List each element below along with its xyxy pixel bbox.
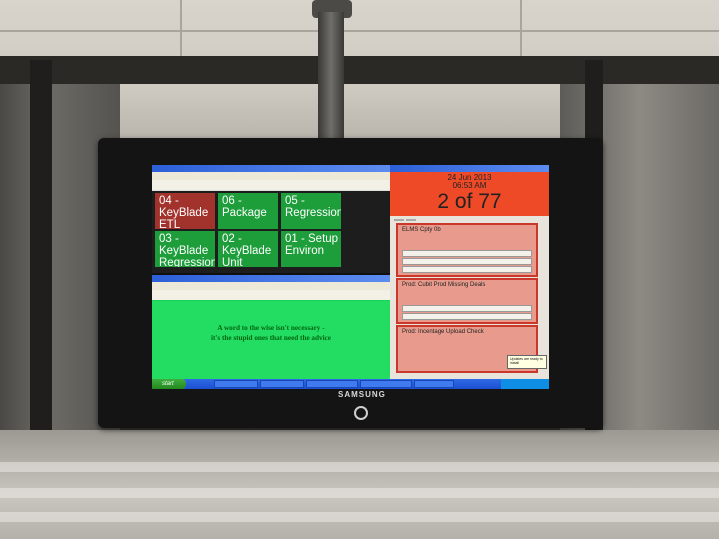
taskbar-item[interactable]: [306, 380, 358, 388]
alert-card-detail: [402, 347, 532, 351]
build-tile-label: 02 - KeyBlade Unit: [222, 233, 272, 267]
system-tray[interactable]: [501, 379, 549, 389]
window-titlebar[interactable]: [152, 275, 390, 282]
window-titlebar[interactable]: [152, 165, 390, 172]
quote-line: it's the stupid ones that need the advic…: [211, 334, 331, 342]
taskbar-item[interactable]: [414, 380, 454, 388]
tv-screen: 04 - KeyBlade ETL 06 - Package 05 - Regr…: [152, 165, 549, 389]
window-titlebar[interactable]: [390, 165, 549, 172]
alert-card: Prod: Cubit Prod Missing Deals: [396, 278, 538, 324]
build-tile[interactable]: 05 - Regression: [281, 193, 341, 229]
frosted-band: [0, 462, 719, 472]
show-log-button[interactable]: [402, 258, 532, 265]
build-tile[interactable]: 04 - KeyBlade ETL: [155, 193, 215, 229]
build-tile[interactable]: 06 - Package: [218, 193, 278, 229]
build-tile-label: 04 - KeyBlade ETL: [159, 195, 209, 229]
show-log-button[interactable]: [402, 305, 532, 312]
taskbar-item[interactable]: [260, 380, 304, 388]
frosted-glass-wall: [0, 430, 719, 539]
tab[interactable]: [406, 219, 416, 221]
acknowledge-button[interactable]: [402, 250, 532, 257]
tab[interactable]: [394, 219, 404, 221]
bookmarks-bar: [152, 185, 390, 190]
alert-card-detail: [402, 300, 532, 304]
alert-count: 2 of 77: [437, 190, 502, 213]
taskbar-item[interactable]: [214, 380, 258, 388]
bookmarks-bar: [152, 295, 390, 300]
build-tile[interactable]: 02 - KeyBlade Unit: [218, 231, 278, 267]
updates-notification[interactable]: Updates are ready to install: [507, 355, 547, 369]
quote-text: A word to the wise isn't necessary - it'…: [152, 323, 390, 343]
build-tile[interactable]: 03 - KeyBlade Regression: [155, 231, 215, 267]
frosted-band: [0, 512, 719, 522]
quote-line: A word to the wise isn't necessary -: [217, 324, 325, 332]
start-label: start: [162, 381, 174, 387]
build-status-browser: 04 - KeyBlade ETL 06 - Package 05 - Regr…: [152, 165, 390, 273]
ceiling-tile-line: [520, 0, 522, 60]
alert-banner: 24 Jun 2013 06:53 AM 2 of 77: [390, 172, 549, 216]
taskbar: start: [152, 379, 549, 389]
alert-time: 06:53 AM: [452, 181, 487, 190]
taskbar-item[interactable]: [360, 380, 412, 388]
build-tile-grid: 04 - KeyBlade ETL 06 - Package 05 - Regr…: [152, 191, 390, 273]
tv-brand-logo: SAMSUNG: [338, 390, 386, 399]
build-tile-label: 05 - Regression: [285, 195, 341, 219]
reset-button[interactable]: [402, 266, 532, 273]
frosted-band: [0, 488, 719, 498]
alert-card-detail: [402, 245, 532, 249]
build-tile-label: 01 - Setup Environ: [285, 233, 339, 257]
build-tile-label: 06 - Package: [222, 195, 267, 219]
partition-frame: [0, 56, 719, 84]
reset-button[interactable]: [402, 313, 532, 320]
mounting-pole: [318, 12, 344, 152]
start-button[interactable]: start: [152, 379, 186, 389]
ceiling-tile-line: [0, 30, 719, 32]
build-tile[interactable]: 01 - Setup Environ: [281, 231, 341, 267]
power-button[interactable]: [354, 406, 368, 420]
notification-text: Updates are ready to install: [510, 357, 543, 365]
alert-card: ELMS Cpty 0b: [396, 223, 538, 277]
ceiling-tile-line: [180, 0, 182, 60]
monitor-tabs: [394, 217, 418, 222]
address-bar[interactable]: [152, 282, 390, 290]
build-tile-label: 03 - KeyBlade Regression: [159, 233, 215, 267]
address-bar[interactable]: [152, 172, 390, 180]
quote-browser: A word to the wise isn't necessary - it'…: [152, 275, 390, 379]
monitor-panel: 24 Jun 2013 06:53 AM 2 of 77 ELMS Cpty 0…: [390, 165, 549, 379]
